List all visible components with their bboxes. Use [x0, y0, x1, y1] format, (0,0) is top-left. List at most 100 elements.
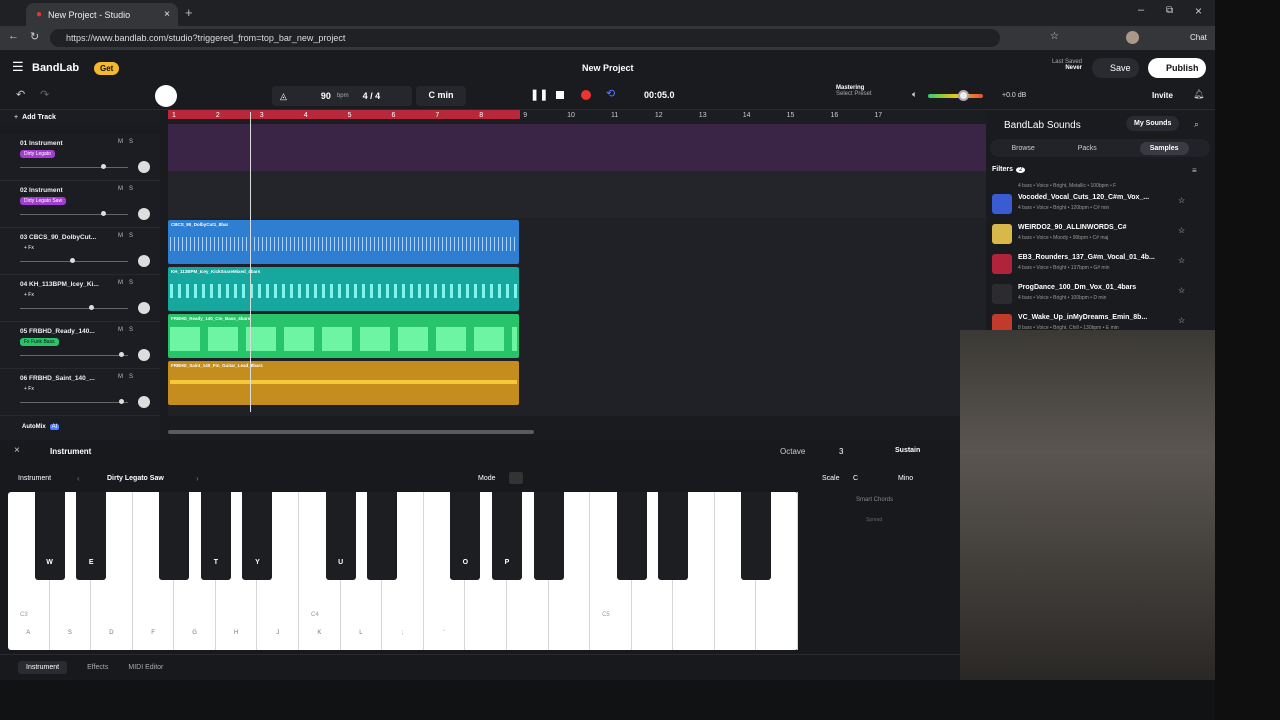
back-icon[interactable]: ← [8, 30, 19, 42]
tempo-box[interactable]: ◬ 90 bpm 4 / 4 [272, 86, 412, 106]
volume-handle[interactable] [101, 211, 106, 216]
horizontal-scrollbar[interactable] [168, 430, 534, 434]
track-volume-slider[interactable] [20, 308, 128, 309]
sample-thumbnail[interactable] [992, 284, 1012, 304]
close-tab-icon[interactable]: × [164, 9, 170, 20]
black-key[interactable] [658, 492, 689, 580]
volume-handle[interactable] [70, 258, 75, 263]
bottom-tab-effects[interactable]: Effects [87, 664, 108, 671]
url-field[interactable]: https://www.bandlab.com/studio?triggered… [50, 29, 1000, 47]
sort-icon[interactable]: ≡ [1192, 166, 1197, 175]
bottom-tab-midi-editor[interactable]: MIDI Editor [128, 664, 163, 671]
master-volume-slider[interactable] [928, 94, 983, 98]
tab-browse[interactable]: Browse [1011, 145, 1034, 152]
solo-button[interactable]: S [129, 327, 133, 333]
black-key[interactable]: U [325, 492, 356, 580]
sample-item[interactable]: WEIRDO2_90_ALLINWORDS_C# 4 bars • Voice … [990, 220, 1210, 250]
mute-solo[interactable]: MS [118, 374, 133, 380]
bandlab-logo[interactable]: BandLab [32, 62, 79, 74]
track-preset[interactable]: Dirty Legato [20, 150, 55, 158]
sample-title[interactable]: WEIRDO2_90_ALLINWORDS_C# [1018, 224, 1127, 231]
mute-button[interactable]: M [118, 374, 123, 380]
solo-button[interactable]: S [129, 139, 133, 145]
sample-title[interactable]: ProgDance_100_Dm_Vox_01_4bars [1018, 284, 1136, 291]
track-fx[interactable]: + Fx [20, 291, 38, 299]
track-preset[interactable]: Dirty Legato Saw [20, 197, 67, 205]
add-track-icon[interactable]: + [14, 114, 18, 121]
track-volume-slider[interactable] [20, 167, 128, 168]
midi-lane[interactable] [168, 171, 986, 218]
black-key[interactable] [367, 492, 398, 580]
track-fx[interactable]: + Fx [20, 244, 38, 252]
track-3[interactable]: 03 CBCS_90_DolbyCut... + Fx MS [0, 228, 160, 275]
loop-icon[interactable]: ⟲ [606, 87, 615, 100]
search-icon[interactable]: ⌕ [1194, 119, 1199, 130]
close-window-icon[interactable]: × [1195, 4, 1202, 18]
black-key[interactable] [533, 492, 564, 580]
scale-mode[interactable]: Mino [898, 475, 913, 482]
volume-handle[interactable] [119, 399, 124, 404]
volume-icon[interactable]: 🔈︎ [912, 89, 917, 100]
stop-icon[interactable] [556, 91, 564, 99]
sample-thumbnail[interactable] [992, 224, 1012, 244]
favorite-icon[interactable]: ☆ [1178, 316, 1185, 325]
save-button[interactable]: Save [1092, 58, 1139, 78]
track-volume-slider[interactable] [20, 355, 128, 356]
menu-icon[interactable]: ☰ [12, 59, 24, 75]
audio-clip[interactable]: FRBHD_Ready_140_Cm_Bass_4bars [168, 314, 519, 358]
star-icon[interactable]: ☆ [1050, 31, 1059, 42]
volume-handle[interactable] [119, 352, 124, 357]
filters-label[interactable]: Filters [992, 166, 1013, 173]
favorite-icon[interactable]: ☆ [1178, 286, 1185, 295]
track-fx[interactable]: Fx Funk Bass [20, 338, 59, 346]
sample-item[interactable]: Vocoded_Vocal_Cuts_120_C#m_Vox_... 4 bar… [990, 190, 1210, 220]
pan-knob[interactable] [138, 161, 150, 173]
track-5[interactable]: 05 FRBHD_Ready_140... Fx Funk Bass MS [0, 322, 160, 369]
reload-icon[interactable]: ↻ [30, 30, 39, 43]
mastering-selector[interactable]: Mastering Select Preset [820, 85, 872, 97]
browser-tab[interactable]: ● New Project - Studio × [26, 3, 178, 26]
new-tab-icon[interactable]: + [185, 5, 193, 20]
mute-button[interactable]: M [118, 233, 123, 239]
volume-knob[interactable] [958, 90, 969, 101]
octave-value[interactable]: 3 [839, 447, 843, 456]
favorite-icon[interactable]: ☆ [1178, 256, 1185, 265]
audio-clip[interactable]: FRBHD_Saint_140_Fm_Guitar_Lead_8bars [168, 361, 519, 405]
minimize-icon[interactable]: – [1138, 4, 1144, 16]
tempo-value[interactable]: 90 [321, 91, 331, 101]
pan-knob[interactable] [138, 255, 150, 267]
mute-solo[interactable]: MS [118, 233, 133, 239]
tab-samples[interactable]: Samples [1139, 141, 1189, 155]
pan-knob[interactable] [138, 349, 150, 361]
pause-icon[interactable]: ❚❚ [530, 88, 548, 101]
track-name[interactable]: 06 FRBHD_Saint_140_... [20, 375, 100, 382]
chat-button[interactable]: Chat [1190, 33, 1207, 42]
add-track-button[interactable]: Add Track [22, 114, 56, 121]
solo-button[interactable]: S [129, 280, 133, 286]
mute-solo[interactable]: MS [118, 280, 133, 286]
pan-knob[interactable] [138, 302, 150, 314]
track-6[interactable]: 06 FRBHD_Saint_140_... + Fx MS [0, 369, 160, 416]
keyboard-mode-icon[interactable] [509, 472, 523, 484]
tab-packs[interactable]: Packs [1078, 145, 1097, 152]
track-name[interactable]: 01 Instrument [20, 140, 100, 147]
sample-item[interactable]: ProgDance_100_Dm_Vox_01_4bars 4 bars • V… [990, 280, 1210, 310]
filters[interactable]: Filters 2 [992, 166, 1026, 173]
track-name[interactable]: 02 Instrument [20, 187, 100, 194]
mute-solo[interactable]: MS [118, 186, 133, 192]
solo-button[interactable]: S [129, 186, 133, 192]
mute-button[interactable]: M [118, 139, 123, 145]
track-2[interactable]: 02 Instrument Dirty Legato Saw MS [0, 181, 160, 228]
publish-button[interactable]: Publish [1148, 58, 1206, 78]
get-membership-button[interactable]: Get [94, 62, 120, 75]
black-key[interactable]: Y [242, 492, 273, 580]
track-fx[interactable]: + Fx [20, 385, 38, 393]
profile-avatar[interactable] [1126, 31, 1139, 44]
favorite-icon[interactable]: ☆ [1178, 196, 1185, 205]
my-sounds-button[interactable]: My Sounds [1126, 116, 1180, 131]
track-1[interactable]: 01 Instrument Dirty Legato MS [0, 134, 160, 181]
undo-icon[interactable]: ↶ [16, 88, 25, 101]
next-preset-icon[interactable]: › [196, 474, 199, 483]
notification-icon[interactable]: 🔔︎ [1193, 89, 1204, 100]
close-panel-icon[interactable]: × [14, 445, 20, 456]
